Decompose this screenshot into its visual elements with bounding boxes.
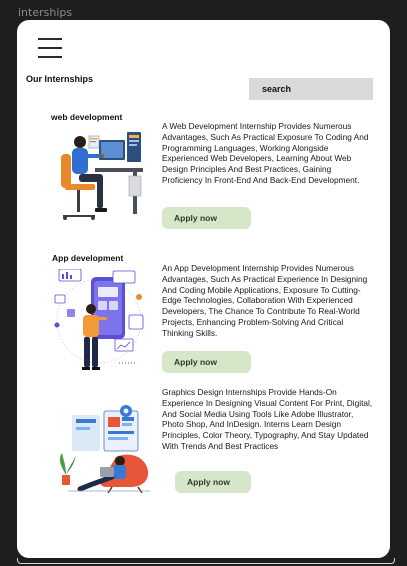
menu-icon[interactable] bbox=[38, 38, 62, 58]
app-developer-illustration bbox=[54, 269, 144, 370]
internship-title-web: web development bbox=[51, 112, 123, 122]
apply-now-button[interactable]: Apply now bbox=[162, 207, 251, 229]
page-title: Our Internships bbox=[26, 74, 94, 84]
internship-description-app: An App Development Internship Provides N… bbox=[162, 263, 368, 338]
search-input[interactable] bbox=[249, 78, 373, 100]
apply-now-button[interactable]: Apply now bbox=[162, 351, 251, 373]
internship-description-graphic: Graphics Design Internships Provide Hand… bbox=[162, 387, 373, 451]
web-developer-illustration bbox=[61, 132, 143, 220]
bottom-divider bbox=[17, 558, 395, 564]
internship-description-web: A Web Development Internship Provides Nu… bbox=[162, 121, 369, 185]
apply-now-button[interactable]: Apply now bbox=[175, 471, 251, 493]
graphic-designer-illustration bbox=[59, 405, 150, 493]
frame-label: interships bbox=[18, 6, 73, 19]
internships-page: Our Internships web development A Web De… bbox=[17, 20, 390, 558]
internship-title-app: App development bbox=[52, 253, 124, 263]
